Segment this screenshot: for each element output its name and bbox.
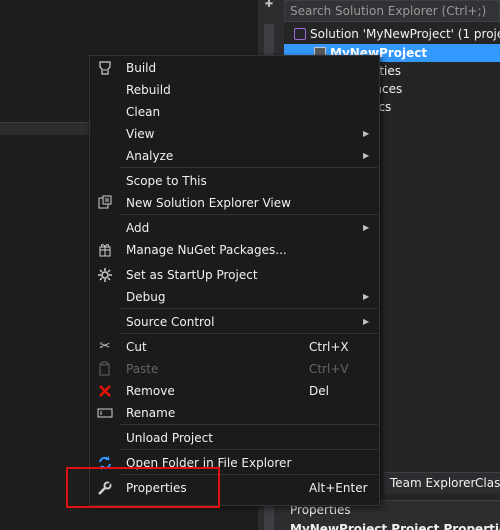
menu-item-source-control[interactable]: Source Control ▶ — [90, 311, 379, 333]
submenu-arrow-icon: ▶ — [363, 129, 370, 138]
menu-separator — [120, 333, 378, 334]
menu-item-shortcut: Ctrl+X — [309, 340, 349, 354]
menu-item-analyze[interactable]: Analyze ▶ — [90, 145, 379, 167]
remove-icon — [97, 383, 113, 399]
tree-item-class-file[interactable]: 1.cs — [367, 98, 500, 116]
menu-item-label: Clean — [126, 105, 161, 119]
gear-icon — [97, 267, 113, 283]
menu-item-add[interactable]: Add ▶ — [90, 217, 379, 239]
properties-panel-subtitle: MyNewProject Project Properties — [290, 522, 500, 530]
menu-item-label: Unload Project — [126, 431, 213, 445]
paste-icon — [97, 361, 113, 377]
menu-item-build[interactable]: Build — [90, 57, 379, 79]
menu-item-unload-project[interactable]: Unload Project — [90, 427, 379, 449]
menu-item-shortcut: Alt+Enter — [309, 481, 368, 495]
menu-item-label: Build — [126, 61, 157, 75]
menu-item-label: Rebuild — [126, 83, 171, 97]
menu-item-view[interactable]: View ▶ — [90, 123, 379, 145]
menu-item-remove[interactable]: Remove Del — [90, 380, 379, 402]
submenu-arrow-icon: ▶ — [363, 292, 370, 301]
menu-item-label: View — [126, 127, 155, 141]
solution-label: Solution 'MyNewProject' (1 project) — [310, 27, 500, 41]
properties-highlight-box — [66, 467, 220, 508]
new-view-icon — [97, 195, 113, 211]
menu-separator — [120, 424, 378, 425]
menu-item-label: Cut — [126, 340, 147, 354]
menu-item-label: Scope to This — [126, 174, 207, 188]
scissors-icon: ✂ — [99, 339, 111, 354]
menu-item-new-solution-explorer-view[interactable]: New Solution Explorer View — [90, 192, 379, 214]
build-icon — [97, 60, 113, 76]
solution-explorer-search-input[interactable]: Search Solution Explorer (Ctrl+;) — [284, 0, 500, 22]
menu-item-clean[interactable]: Clean — [90, 101, 379, 123]
menu-item-shortcut: Del — [309, 384, 329, 398]
tree-item-references[interactable]: ences — [367, 80, 500, 98]
submenu-arrow-icon: ▶ — [363, 317, 370, 326]
tab-team-explorer[interactable]: Team Explorer — [390, 476, 476, 492]
menu-item-label: New Solution Explorer View — [126, 196, 291, 210]
tree-item-properties[interactable]: erties — [367, 62, 500, 80]
submenu-arrow-icon: ▶ — [363, 151, 370, 160]
menu-item-label: Remove — [126, 384, 175, 398]
menu-item-label: Set as StartUp Project — [126, 268, 258, 282]
menu-item-scope-to-this[interactable]: Scope to This — [90, 170, 379, 192]
menu-item-label: Manage NuGet Packages... — [126, 243, 287, 257]
tab-class-view[interactable]: Class — [475, 476, 500, 492]
menu-item-paste[interactable]: Paste Ctrl+V — [90, 358, 379, 380]
menu-item-cut[interactable]: ✂ Cut Ctrl+X — [90, 336, 379, 358]
menu-separator — [120, 214, 378, 215]
menu-item-label: Source Control — [126, 315, 215, 329]
menu-separator — [120, 308, 378, 309]
submenu-arrow-icon: ▶ — [363, 223, 370, 232]
menu-item-rebuild[interactable]: Rebuild — [90, 79, 379, 101]
menu-separator — [120, 167, 378, 168]
menu-item-manage-nuget-packages[interactable]: Manage NuGet Packages... — [90, 239, 379, 261]
menu-item-label: Rename — [126, 406, 176, 420]
menu-item-label: Paste — [126, 362, 159, 376]
menu-item-label: Add — [126, 221, 150, 235]
pin-icon[interactable]: ✚ — [262, 0, 276, 10]
menu-item-rename[interactable]: Rename — [90, 402, 379, 424]
rename-icon — [97, 405, 113, 421]
tree-item-solution[interactable]: Solution 'MyNewProject' (1 project) — [284, 25, 500, 43]
menu-item-label: Debug — [126, 290, 166, 304]
menu-item-debug[interactable]: Debug ▶ — [90, 286, 379, 308]
menu-item-shortcut: Ctrl+V — [309, 362, 349, 376]
menu-item-label: Analyze — [126, 149, 174, 163]
nuget-icon — [97, 242, 113, 258]
visual-studio-solution-icon — [294, 28, 306, 40]
menu-separator — [120, 449, 378, 450]
menu-item-set-as-startup-project[interactable]: Set as StartUp Project — [90, 264, 379, 286]
